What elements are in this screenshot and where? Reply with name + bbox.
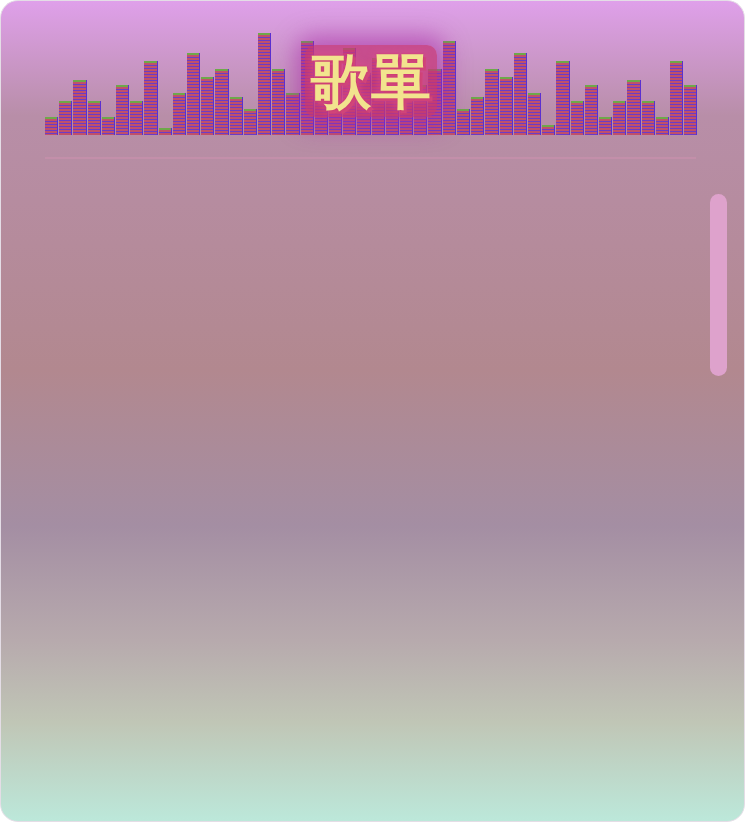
- equalizer-bar: [599, 117, 611, 135]
- equalizer-bar: [116, 85, 128, 135]
- divider: [45, 157, 696, 159]
- equalizer-bar: [613, 101, 625, 135]
- equalizer-bar: [244, 109, 256, 135]
- equalizer-bar: [272, 69, 284, 135]
- playlist-list[interactable]: [46, 194, 710, 799]
- playlist-header: 歌單: [1, 1, 744, 159]
- equalizer-bar: [173, 93, 185, 135]
- playlist-card: 歌單: [0, 0, 745, 822]
- equalizer-bar: [457, 109, 469, 135]
- equalizer-bar: [102, 117, 114, 135]
- equalizer-bar: [471, 97, 483, 135]
- equalizer-bar: [556, 61, 568, 135]
- equalizer-bar: [656, 117, 668, 135]
- equalizer-bar: [258, 33, 270, 135]
- playlist-body: [1, 159, 744, 821]
- equalizer-bar: [670, 61, 682, 135]
- equalizer-bar: [230, 97, 242, 135]
- title-overlay: 歌單: [45, 45, 696, 117]
- equalizer-bar: [144, 61, 156, 135]
- equalizer-bar: [201, 77, 213, 135]
- equalizer-bar: [159, 128, 171, 135]
- equalizer-bar: [45, 117, 57, 135]
- equalizer-bar: [627, 80, 639, 135]
- equalizer-bar: [514, 53, 526, 135]
- playlist-title: 歌單: [305, 45, 437, 117]
- equalizer-bar: [642, 101, 654, 135]
- equalizer-bar: [684, 85, 696, 135]
- equalizer-bar: [88, 101, 100, 135]
- equalizer-bar: [443, 41, 455, 135]
- equalizer-bar: [485, 69, 497, 135]
- scrollbar[interactable]: [710, 194, 727, 799]
- equalizer-bar: [187, 53, 199, 135]
- equalizer-bar: [500, 77, 512, 135]
- equalizer-bar: [571, 101, 583, 135]
- equalizer-bar: [215, 69, 227, 135]
- equalizer: 歌單: [45, 35, 696, 135]
- equalizer-bar: [73, 80, 85, 135]
- scrollbar-thumb[interactable]: [710, 194, 727, 376]
- equalizer-bar: [59, 101, 71, 135]
- equalizer-bar: [542, 125, 554, 135]
- equalizer-bar: [585, 85, 597, 135]
- equalizer-bar: [286, 93, 298, 135]
- equalizer-bar: [130, 101, 142, 135]
- equalizer-bar: [528, 93, 540, 135]
